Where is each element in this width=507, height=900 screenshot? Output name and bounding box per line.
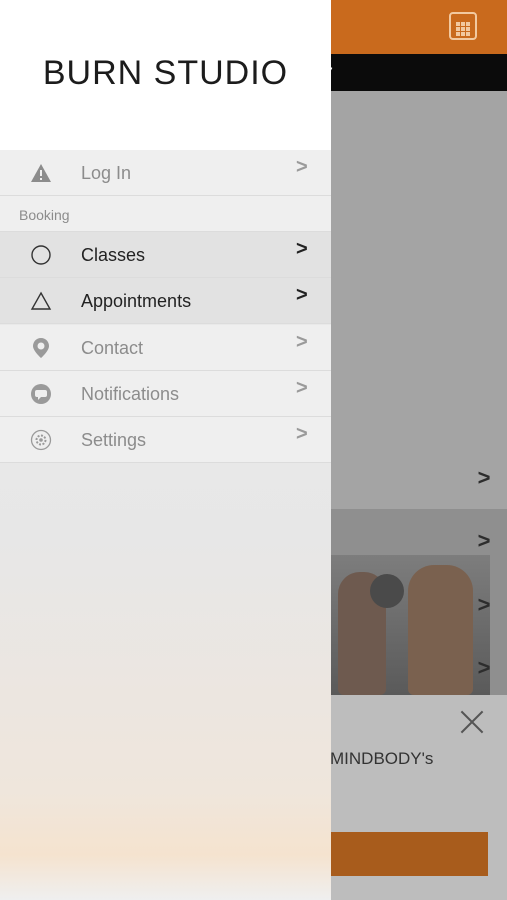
chevron-right-icon: > bbox=[296, 238, 308, 260]
menu-item-login[interactable]: Log In > bbox=[0, 150, 331, 196]
menu-item-label: Log In bbox=[81, 163, 132, 183]
triangle-icon bbox=[30, 291, 52, 310]
chevron-right-icon: > bbox=[296, 284, 308, 306]
warning-icon bbox=[31, 164, 51, 182]
chevron-right-icon[interactable]: > bbox=[472, 528, 496, 554]
chat-bubble-icon bbox=[31, 384, 51, 404]
banner-action-button[interactable] bbox=[318, 832, 488, 876]
menu-item-label: Notifications bbox=[81, 384, 180, 404]
medicine-ball bbox=[370, 574, 404, 608]
person-figure bbox=[408, 565, 473, 695]
menu-item-label: Settings bbox=[81, 430, 147, 450]
chevron-right-icon: > bbox=[296, 156, 308, 178]
location-pin-icon bbox=[33, 338, 49, 358]
chevron-right-icon[interactable]: > bbox=[472, 655, 496, 681]
chevron-right-icon[interactable]: > bbox=[472, 465, 496, 491]
calendar-icon[interactable] bbox=[449, 12, 477, 40]
menu-item-notifications[interactable]: Notifications > bbox=[0, 371, 331, 417]
menu-item-label: Appointments bbox=[81, 291, 192, 311]
banner-text: MINDBODY's bbox=[330, 749, 434, 768]
drawer-header: BURN STUDIO bbox=[0, 0, 331, 150]
close-icon[interactable] bbox=[458, 708, 486, 736]
side-drawer: BURN STUDIO Log In > Booking Classes > A… bbox=[0, 0, 331, 900]
chevron-right-icon: > bbox=[296, 423, 308, 445]
menu-item-classes[interactable]: Classes > bbox=[0, 232, 331, 278]
section-header-booking: Booking bbox=[0, 196, 331, 232]
menu-item-contact[interactable]: Contact > bbox=[0, 325, 331, 371]
chevron-right-icon: > bbox=[296, 377, 308, 399]
studio-logo: BURN STUDIO bbox=[42, 54, 289, 92]
chevron-right-icon: > bbox=[296, 331, 308, 353]
gear-icon bbox=[30, 429, 52, 451]
menu-item-appointments[interactable]: Appointments > bbox=[0, 278, 331, 324]
menu-item-settings[interactable]: Settings > bbox=[0, 417, 331, 463]
circle-icon bbox=[31, 245, 51, 265]
menu-item-label: Contact bbox=[81, 338, 144, 358]
chevron-right-icon[interactable]: > bbox=[472, 592, 496, 618]
section-label: Booking bbox=[19, 207, 70, 223]
menu-item-label: Classes bbox=[81, 245, 146, 265]
